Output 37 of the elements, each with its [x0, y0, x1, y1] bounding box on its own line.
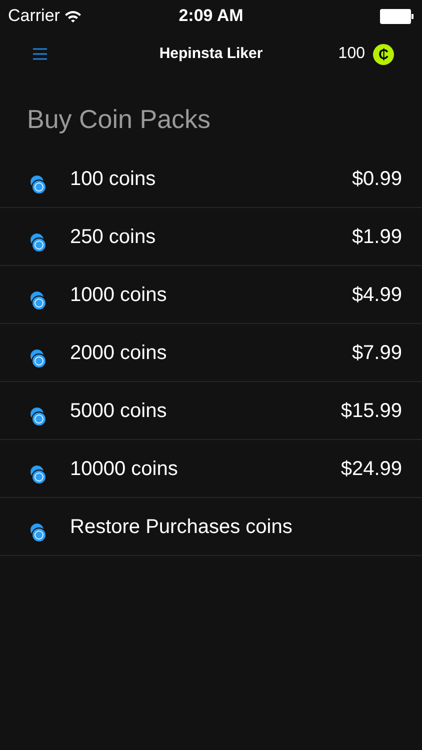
pack-price: $7.99 — [352, 340, 402, 366]
app-logo: Hepinsta Liker — [159, 44, 263, 64]
pack-label: 100 coins — [70, 166, 157, 192]
menu-button[interactable] — [32, 47, 48, 61]
coins-icon — [29, 290, 48, 310]
pack-price: $1.99 — [352, 224, 402, 250]
coin-pack-row[interactable]: 5000 coins $15.99 — [0, 382, 422, 440]
pack-label: 250 coins — [70, 224, 157, 250]
battery-icon — [380, 8, 414, 24]
coins-icon — [29, 232, 48, 252]
section-heading: Buy Coin Packs — [27, 103, 212, 136]
coins-icon — [29, 406, 48, 426]
coin-balance: 100 — [338, 44, 365, 64]
pack-label: 2000 coins — [70, 340, 168, 366]
pack-label: 1000 coins — [70, 282, 168, 308]
coin-pack-row[interactable]: 2000 coins $7.99 — [0, 324, 422, 382]
menu-icon — [32, 48, 48, 60]
carrier-label: Carrier — [8, 5, 60, 28]
pack-price: $24.99 — [340, 456, 402, 482]
coins-icon — [29, 522, 48, 542]
wifi-icon — [64, 10, 82, 22]
pack-label: 10000 coins — [70, 456, 179, 482]
pack-price: $4.99 — [352, 282, 402, 308]
coin-badge: ₵ — [373, 44, 394, 64]
pack-label: Restore Purchases coins — [70, 514, 294, 540]
coins-icon — [29, 174, 48, 194]
pack-price: $15.99 — [340, 398, 402, 424]
pack-price: $0.99 — [352, 166, 402, 192]
coin-pack-row[interactable]: 1000 coins $4.99 — [0, 266, 422, 324]
coins-icon — [29, 464, 48, 484]
status-time: 2:09 AM — [178, 5, 244, 28]
coin-pack-row[interactable]: 10000 coins $24.99 — [0, 440, 422, 498]
pack-label: 5000 coins — [70, 398, 168, 424]
coin-pack-row[interactable]: 250 coins $1.99 — [0, 208, 422, 266]
coin-pack-row[interactable]: 100 coins $0.99 — [0, 150, 422, 208]
coins-icon — [29, 348, 48, 368]
coin-pack-row[interactable]: Restore Purchases coins — [0, 498, 422, 556]
